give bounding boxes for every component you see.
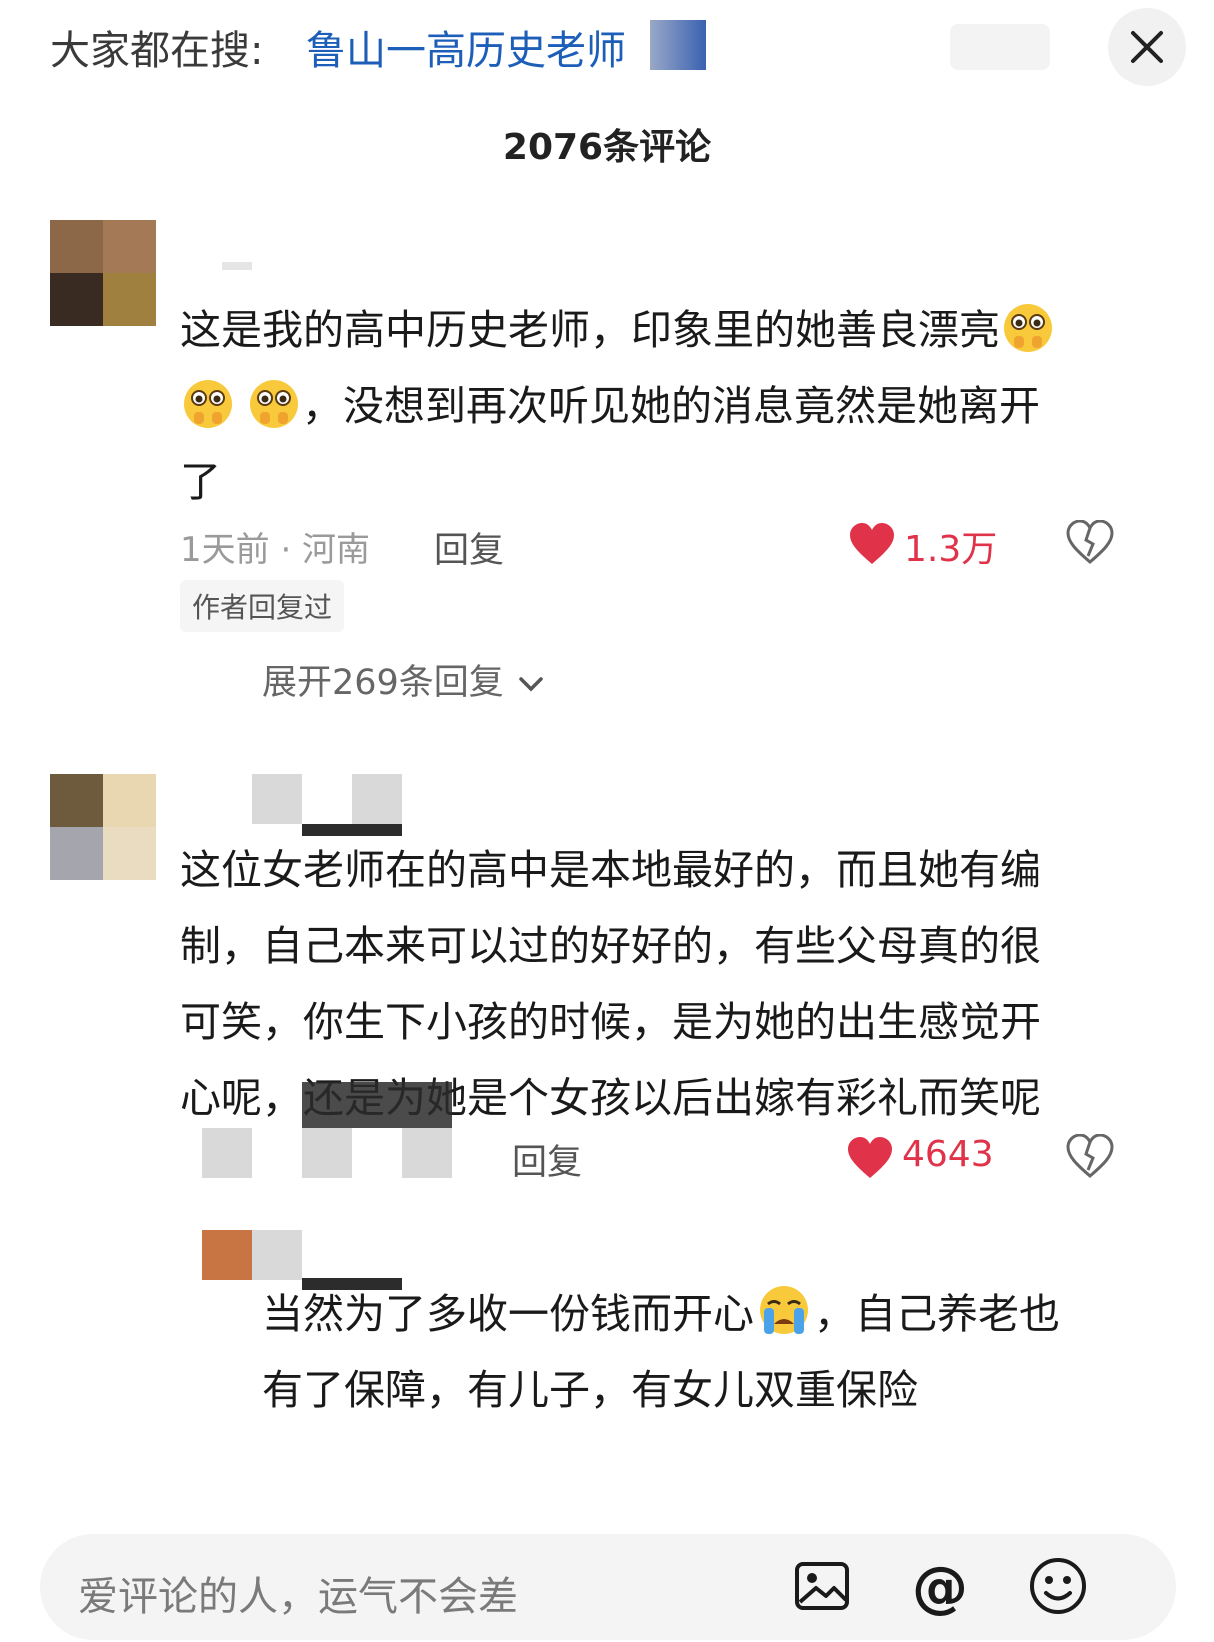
avatar[interactable] bbox=[50, 220, 156, 326]
sob-face-icon bbox=[760, 1286, 808, 1334]
comment-text-line: 可笑，你生下小孩的时候，是为她的出生感觉开 bbox=[180, 998, 1041, 1046]
reply-avatar[interactable] bbox=[202, 1230, 302, 1280]
emoji-button[interactable] bbox=[1028, 1556, 1088, 1616]
close-icon bbox=[1131, 31, 1163, 63]
broken-heart-icon bbox=[1066, 1133, 1114, 1178]
redaction-blur bbox=[302, 1082, 452, 1128]
crying-face-icon bbox=[250, 380, 298, 428]
image-button[interactable] bbox=[792, 1556, 852, 1616]
svg-text:@: @ bbox=[912, 1556, 968, 1616]
reply-text-line: ，自己养老也 bbox=[814, 1290, 1060, 1338]
crying-face-icon bbox=[184, 380, 232, 428]
close-button[interactable] bbox=[1108, 8, 1186, 86]
reply-text-line: 当然为了多收一份钱而开心 bbox=[262, 1290, 754, 1338]
heart-icon bbox=[850, 523, 894, 564]
heart-icon bbox=[848, 1137, 892, 1178]
search-bar: 大家都在搜: 鲁山一高历史老师 bbox=[0, 0, 1214, 96]
dislike-button[interactable] bbox=[1066, 1133, 1116, 1184]
comment-text-line: 这是我的高中历史老师，印象里的她善良漂亮 bbox=[180, 306, 1000, 354]
reply-text: 当然为了多收一份钱而开心 ，自己养老也 有了保障，有儿子，有女儿双重保险 bbox=[262, 1276, 1142, 1428]
comment-meta: 1天前 · 河南 bbox=[180, 530, 371, 570]
chevron-down-icon bbox=[519, 677, 543, 692]
comment-text: 这是我的高中历史老师，印象里的她善良漂亮 ，没想到再次听见她的消息竟然是她离开 … bbox=[180, 292, 1130, 520]
dislike-button[interactable] bbox=[1066, 519, 1116, 570]
crying-face-icon bbox=[1004, 304, 1052, 352]
comment-count-title: 2076条评论 bbox=[502, 127, 712, 168]
search-term-link[interactable]: 鲁山一高历史老师 bbox=[306, 18, 626, 76]
avatar[interactable] bbox=[50, 774, 156, 880]
broken-heart-icon bbox=[1066, 519, 1114, 564]
username-blur bbox=[252, 774, 404, 836]
like-count: 4643 bbox=[902, 1134, 994, 1175]
emoji-icon bbox=[1030, 1558, 1086, 1614]
comment-text-line: 制，自己本来可以过的好好的，有些父母真的很 bbox=[180, 922, 1041, 970]
comment-input[interactable]: 爱评论的人，运气不会差 bbox=[78, 1564, 518, 1622]
at-icon: @ bbox=[912, 1555, 968, 1620]
reply-button[interactable]: 回复 bbox=[512, 1134, 582, 1185]
like-count: 1.3万 bbox=[904, 529, 998, 570]
reply-button[interactable]: 回复 bbox=[434, 522, 504, 573]
search-term-blur bbox=[650, 20, 706, 70]
comment-meta-blur bbox=[202, 1128, 454, 1178]
like-button[interactable]: 4643 bbox=[846, 1134, 1006, 1184]
reply-text-line: 有了保障，有儿子，有女儿双重保险 bbox=[262, 1366, 918, 1414]
username-blur bbox=[222, 262, 252, 270]
comment-text-line: 这位女老师在的高中是本地最好的，而且她有编 bbox=[180, 846, 1041, 894]
search-prefix: 大家都在搜: bbox=[50, 28, 264, 74]
comment-text-line: ，没想到再次听见她的消息竟然是她离开 bbox=[302, 382, 1040, 430]
author-replied-badge: 作者回复过 bbox=[180, 580, 345, 632]
like-button[interactable]: 1.3万 bbox=[848, 520, 1008, 570]
comment-text-line: 了 bbox=[180, 458, 221, 506]
mention-button[interactable]: @ bbox=[908, 1555, 972, 1620]
top-pill bbox=[950, 24, 1050, 70]
expand-replies-label: 展开269条回复 bbox=[262, 663, 504, 703]
image-icon bbox=[795, 1562, 849, 1610]
expand-replies-button[interactable]: 展开269条回复 bbox=[262, 654, 545, 703]
